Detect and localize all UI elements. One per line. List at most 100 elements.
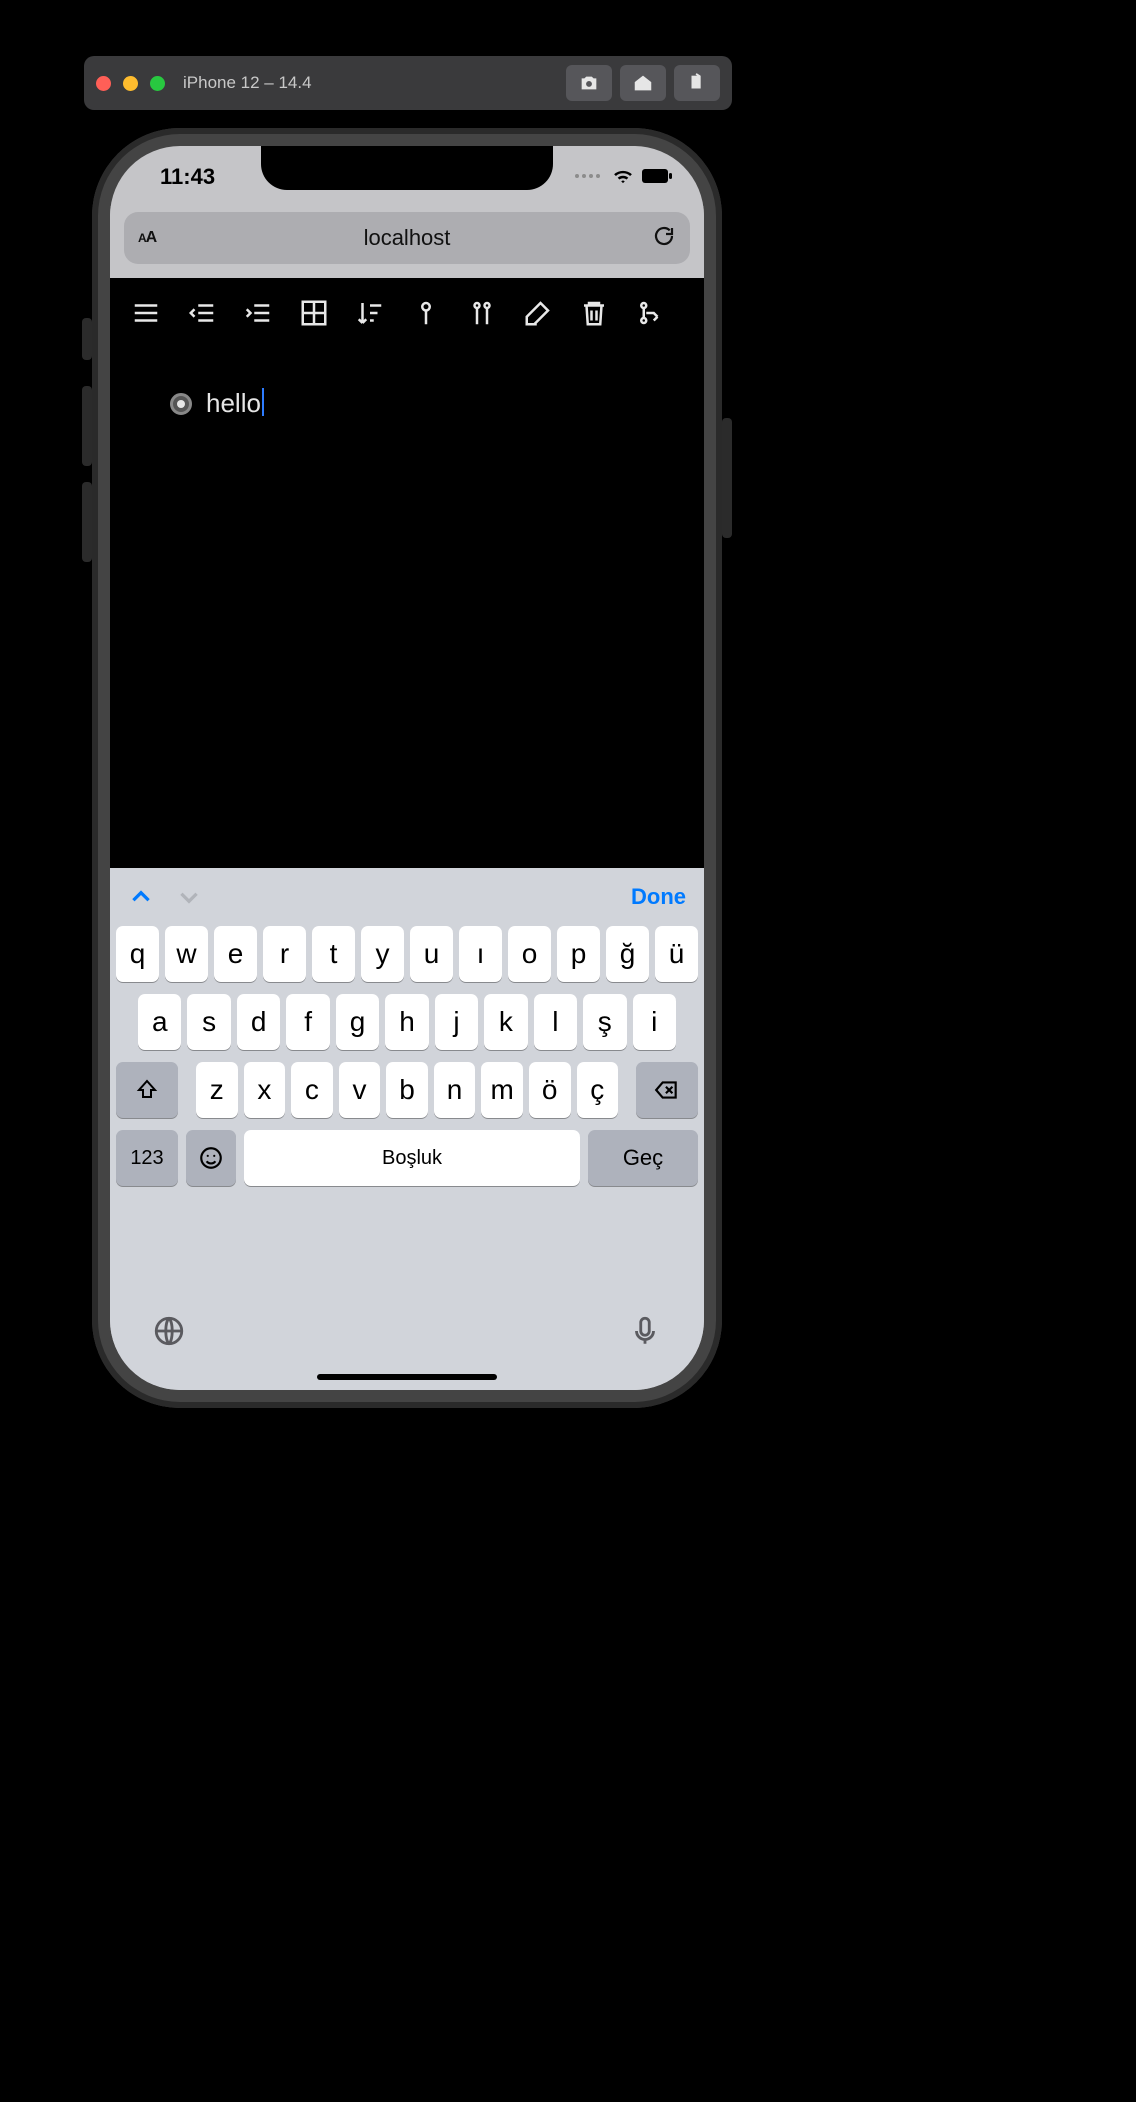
- key-y[interactable]: y: [361, 926, 404, 982]
- key-row-1: q w e r t y u ı o p ğ ü: [116, 926, 698, 982]
- device-screen: 11:43 AA localhost: [110, 146, 704, 1390]
- key-space[interactable]: Boşluk: [244, 1130, 580, 1186]
- rotate-icon: [686, 72, 708, 94]
- menu-button[interactable]: [130, 297, 162, 329]
- key-h[interactable]: h: [385, 994, 428, 1050]
- address-bar[interactable]: AA localhost: [124, 212, 690, 264]
- key-m[interactable]: m: [481, 1062, 523, 1118]
- reader-aa-button[interactable]: AA: [138, 229, 156, 247]
- text-cursor: [262, 388, 264, 416]
- key-t[interactable]: t: [312, 926, 355, 982]
- pencil-icon: [523, 298, 553, 328]
- dictation-button[interactable]: [628, 1314, 662, 1348]
- traffic-lights: [96, 76, 165, 91]
- settings-button[interactable]: [466, 297, 498, 329]
- camera-icon: [578, 72, 600, 94]
- key-i[interactable]: i: [633, 994, 676, 1050]
- shift-icon: [135, 1078, 159, 1102]
- rotate-button[interactable]: [674, 65, 720, 101]
- note-row[interactable]: hello: [110, 348, 704, 419]
- key-w[interactable]: w: [165, 926, 208, 982]
- key-d[interactable]: d: [237, 994, 280, 1050]
- key-row-2: a s d f g h j k l ş i: [116, 994, 698, 1050]
- power-button[interactable]: [722, 418, 732, 538]
- key-n[interactable]: n: [434, 1062, 476, 1118]
- status-bar: 11:43: [110, 146, 704, 206]
- hamburger-icon: [131, 298, 161, 328]
- outdent-icon: [187, 298, 217, 328]
- key-c[interactable]: c: [291, 1062, 333, 1118]
- key-s-cedilla[interactable]: ş: [583, 994, 626, 1050]
- key-backspace[interactable]: [636, 1062, 698, 1118]
- keyboard-done-button[interactable]: Done: [631, 884, 686, 910]
- key-numbers[interactable]: 123: [116, 1130, 178, 1186]
- sort-button[interactable]: [354, 297, 386, 329]
- key-e[interactable]: e: [214, 926, 257, 982]
- close-window-icon[interactable]: [96, 76, 111, 91]
- wifi-icon: [612, 168, 634, 184]
- pin-button[interactable]: [410, 297, 442, 329]
- address-text: localhost: [364, 225, 451, 251]
- pin-icon: [411, 298, 441, 328]
- simulator-titlebar: iPhone 12 – 14.4: [84, 56, 732, 110]
- key-q[interactable]: q: [116, 926, 159, 982]
- key-o[interactable]: o: [508, 926, 551, 982]
- status-time: 11:43: [160, 164, 215, 190]
- key-v[interactable]: v: [339, 1062, 381, 1118]
- safari-toolbar: AA localhost: [110, 206, 704, 278]
- branch-icon: [635, 298, 665, 328]
- key-u-diaeresis[interactable]: ü: [655, 926, 698, 982]
- globe-button[interactable]: [152, 1314, 186, 1348]
- reload-button[interactable]: [652, 224, 676, 253]
- key-g[interactable]: g: [336, 994, 379, 1050]
- form-next-button[interactable]: [176, 884, 202, 910]
- home-icon: [632, 72, 654, 94]
- key-r[interactable]: r: [263, 926, 306, 982]
- key-shift[interactable]: [116, 1062, 178, 1118]
- key-b[interactable]: b: [386, 1062, 428, 1118]
- form-prev-button[interactable]: [128, 884, 154, 910]
- indent-button[interactable]: [242, 297, 274, 329]
- home-button[interactable]: [620, 65, 666, 101]
- emoji-icon: [198, 1145, 224, 1171]
- key-s[interactable]: s: [187, 994, 230, 1050]
- indent-icon: [243, 298, 273, 328]
- simulator-device-label: iPhone 12 – 14.4: [183, 73, 312, 93]
- bullet-icon[interactable]: [170, 393, 192, 415]
- key-p[interactable]: p: [557, 926, 600, 982]
- key-f[interactable]: f: [286, 994, 329, 1050]
- grid-button[interactable]: [298, 297, 330, 329]
- sort-icon: [355, 298, 385, 328]
- key-l[interactable]: l: [534, 994, 577, 1050]
- app-toolbar: [110, 278, 704, 348]
- zoom-window-icon[interactable]: [150, 76, 165, 91]
- key-a[interactable]: a: [138, 994, 181, 1050]
- software-keyboard: Done q w e r t y u ı o p ğ ü: [110, 868, 704, 1390]
- key-u[interactable]: u: [410, 926, 453, 982]
- key-dotless-i[interactable]: ı: [459, 926, 502, 982]
- key-k[interactable]: k: [484, 994, 527, 1050]
- screenshot-button[interactable]: [566, 65, 612, 101]
- outdent-button[interactable]: [186, 297, 218, 329]
- mute-switch[interactable]: [82, 318, 92, 360]
- key-z[interactable]: z: [196, 1062, 238, 1118]
- more-button[interactable]: [634, 297, 666, 329]
- minimize-window-icon[interactable]: [123, 76, 138, 91]
- volume-down-button[interactable]: [82, 482, 92, 562]
- key-emoji[interactable]: [186, 1130, 236, 1186]
- note-text[interactable]: hello: [206, 388, 264, 419]
- key-row-4: 123 Boşluk Geç: [116, 1130, 698, 1186]
- key-x[interactable]: x: [244, 1062, 286, 1118]
- key-j[interactable]: j: [435, 994, 478, 1050]
- key-c-cedilla[interactable]: ç: [577, 1062, 619, 1118]
- key-o-diaeresis[interactable]: ö: [529, 1062, 571, 1118]
- key-next[interactable]: Geç: [588, 1130, 698, 1186]
- volume-up-button[interactable]: [82, 386, 92, 466]
- cellular-dots-icon: [575, 174, 600, 178]
- reload-icon: [652, 224, 676, 248]
- delete-button[interactable]: [578, 297, 610, 329]
- backspace-icon: [654, 1077, 680, 1103]
- edit-button[interactable]: [522, 297, 554, 329]
- home-indicator[interactable]: [317, 1374, 497, 1380]
- key-g-breve[interactable]: ğ: [606, 926, 649, 982]
